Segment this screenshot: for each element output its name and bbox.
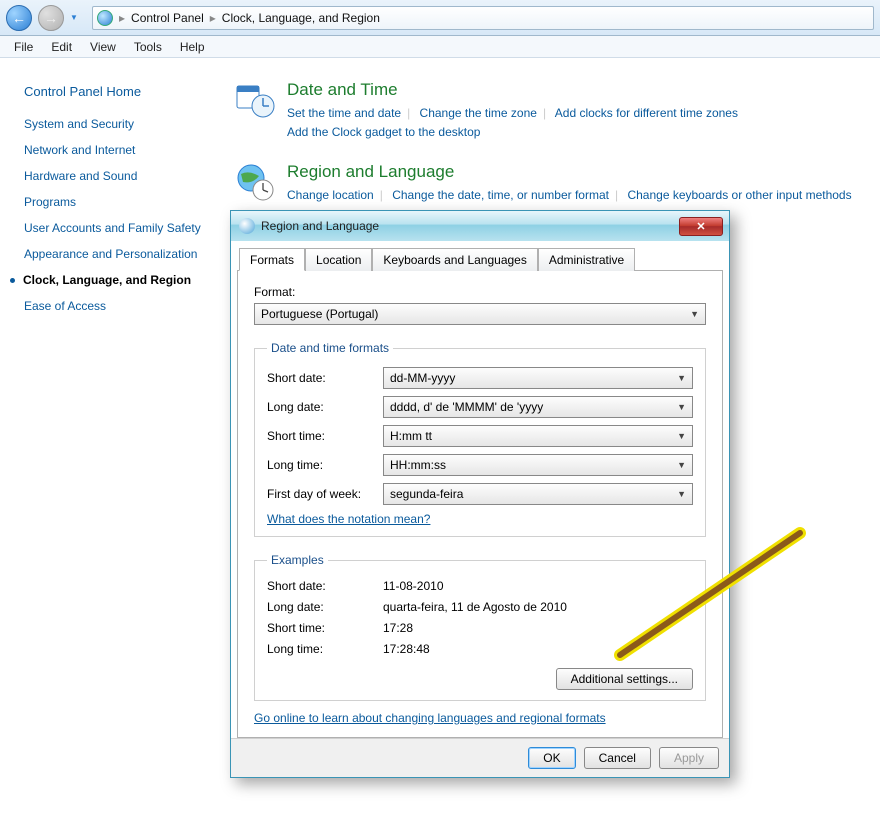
breadcrumb-root[interactable]: Control Panel bbox=[131, 11, 204, 25]
control-panel-icon bbox=[97, 10, 113, 26]
ex-long-date-label: Long date: bbox=[267, 600, 383, 614]
navigation-bar: ← → ▼ ▸ Control Panel ▸ Clock, Language,… bbox=[0, 0, 880, 36]
date-time-formats-group: Date and time formats Short date:dd-MM-y… bbox=[254, 341, 706, 537]
dialog-icon bbox=[239, 218, 255, 234]
sidebar-item-programs[interactable]: Programs bbox=[24, 195, 207, 210]
tab-administrative[interactable]: Administrative bbox=[538, 248, 635, 271]
change-keyboards-link[interactable]: Change keyboards or other input methods bbox=[627, 188, 851, 202]
ex-short-time-label: Short time: bbox=[267, 621, 383, 635]
date-time-section: Date and Time Set the time and date| Cha… bbox=[235, 80, 860, 142]
change-location-link[interactable]: Change location bbox=[287, 188, 374, 202]
forward-button[interactable]: → bbox=[38, 5, 64, 31]
chevron-down-icon: ▼ bbox=[677, 431, 686, 441]
first-day-combobox[interactable]: segunda-feira▼ bbox=[383, 483, 693, 505]
ex-long-date-value: quarta-feira, 11 de Agosto de 2010 bbox=[383, 600, 693, 614]
examples-group: Examples Short date:11-08-2010 Long date… bbox=[254, 553, 706, 701]
region-language-links: Change location| Change the date, time, … bbox=[287, 186, 852, 205]
examples-legend: Examples bbox=[267, 553, 328, 567]
ex-short-date-label: Short date: bbox=[267, 579, 383, 593]
short-date-label: Short date: bbox=[267, 371, 383, 385]
menu-bar: File Edit View Tools Help bbox=[0, 36, 880, 58]
dialog-titlebar[interactable]: Region and Language ✕ bbox=[231, 211, 729, 241]
additional-settings-button[interactable]: Additional settings... bbox=[556, 668, 693, 690]
online-help-link[interactable]: Go online to learn about changing langua… bbox=[254, 711, 606, 725]
chevron-down-icon: ▼ bbox=[677, 402, 686, 412]
sidebar-item-system-security[interactable]: System and Security bbox=[24, 117, 207, 132]
chevron-down-icon: ▼ bbox=[677, 373, 686, 383]
ex-long-time-value: 17:28:48 bbox=[383, 642, 693, 656]
formats-panel: Format: Portuguese (Portugal) ▼ Date and… bbox=[237, 271, 723, 738]
change-date-format-link[interactable]: Change the date, time, or number format bbox=[392, 188, 609, 202]
add-clock-gadget-link[interactable]: Add the Clock gadget to the desktop bbox=[287, 125, 480, 139]
dialog-title: Region and Language bbox=[261, 219, 679, 233]
region-language-dialog: Region and Language ✕ Formats Location K… bbox=[230, 210, 730, 778]
back-button[interactable]: ← bbox=[6, 5, 32, 31]
address-bar[interactable]: ▸ Control Panel ▸ Clock, Language, and R… bbox=[92, 6, 874, 30]
set-time-date-link[interactable]: Set the time and date bbox=[287, 106, 401, 120]
sidebar: Control Panel Home System and Security N… bbox=[0, 58, 215, 816]
sidebar-item-appearance[interactable]: Appearance and Personalization bbox=[24, 247, 207, 262]
long-time-combobox[interactable]: HH:mm:ss▼ bbox=[383, 454, 693, 476]
region-language-heading[interactable]: Region and Language bbox=[287, 162, 852, 182]
region-language-section: Region and Language Change location| Cha… bbox=[235, 162, 860, 205]
breadcrumb-current[interactable]: Clock, Language, and Region bbox=[222, 11, 380, 25]
date-time-formats-legend: Date and time formats bbox=[267, 341, 393, 355]
apply-button[interactable]: Apply bbox=[659, 747, 719, 769]
first-day-label: First day of week: bbox=[267, 487, 383, 501]
menu-view[interactable]: View bbox=[90, 40, 116, 54]
sidebar-item-clock-language-region[interactable]: Clock, Language, and Region bbox=[24, 273, 207, 288]
add-clocks-link[interactable]: Add clocks for different time zones bbox=[555, 106, 738, 120]
menu-edit[interactable]: Edit bbox=[51, 40, 72, 54]
nav-history-dropdown[interactable]: ▼ bbox=[70, 13, 82, 22]
date-time-links: Set the time and date| Change the time z… bbox=[287, 104, 738, 142]
ex-short-date-value: 11-08-2010 bbox=[383, 579, 693, 593]
close-button[interactable]: ✕ bbox=[679, 217, 723, 236]
sidebar-item-network-internet[interactable]: Network and Internet bbox=[24, 143, 207, 158]
sidebar-item-ease-of-access[interactable]: Ease of Access bbox=[24, 299, 207, 314]
long-time-label: Long time: bbox=[267, 458, 383, 472]
sidebar-item-user-accounts[interactable]: User Accounts and Family Safety bbox=[24, 221, 207, 236]
dialog-footer: OK Cancel Apply bbox=[231, 738, 729, 777]
active-bullet-icon bbox=[10, 278, 15, 283]
ex-short-time-value: 17:28 bbox=[383, 621, 693, 635]
control-panel-home-link[interactable]: Control Panel Home bbox=[24, 84, 207, 99]
cancel-button[interactable]: Cancel bbox=[584, 747, 651, 769]
ok-button[interactable]: OK bbox=[528, 747, 575, 769]
long-date-combobox[interactable]: dddd, d' de 'MMMM' de 'yyyy▼ bbox=[383, 396, 693, 418]
breadcrumb-separator: ▸ bbox=[210, 11, 216, 25]
notation-help-link[interactable]: What does the notation mean? bbox=[267, 512, 430, 526]
format-label: Format: bbox=[254, 285, 706, 299]
menu-help[interactable]: Help bbox=[180, 40, 205, 54]
short-time-combobox[interactable]: H:mm tt▼ bbox=[383, 425, 693, 447]
short-date-combobox[interactable]: dd-MM-yyyy▼ bbox=[383, 367, 693, 389]
chevron-down-icon: ▼ bbox=[690, 309, 699, 319]
date-time-heading[interactable]: Date and Time bbox=[287, 80, 738, 100]
globe-clock-icon bbox=[235, 162, 275, 202]
format-combobox[interactable]: Portuguese (Portugal) ▼ bbox=[254, 303, 706, 325]
clock-calendar-icon bbox=[235, 80, 275, 120]
short-time-label: Short time: bbox=[267, 429, 383, 443]
tab-formats[interactable]: Formats bbox=[239, 248, 305, 271]
long-date-label: Long date: bbox=[267, 400, 383, 414]
change-time-zone-link[interactable]: Change the time zone bbox=[420, 106, 537, 120]
sidebar-item-hardware-sound[interactable]: Hardware and Sound bbox=[24, 169, 207, 184]
ex-long-time-label: Long time: bbox=[267, 642, 383, 656]
menu-file[interactable]: File bbox=[14, 40, 33, 54]
chevron-down-icon: ▼ bbox=[677, 489, 686, 499]
dialog-tabs: Formats Location Keyboards and Languages… bbox=[237, 247, 723, 271]
format-value: Portuguese (Portugal) bbox=[261, 307, 378, 321]
chevron-down-icon: ▼ bbox=[677, 460, 686, 470]
tab-keyboards-languages[interactable]: Keyboards and Languages bbox=[372, 248, 537, 271]
tab-location[interactable]: Location bbox=[305, 248, 372, 271]
menu-tools[interactable]: Tools bbox=[134, 40, 162, 54]
breadcrumb-separator: ▸ bbox=[119, 11, 125, 25]
